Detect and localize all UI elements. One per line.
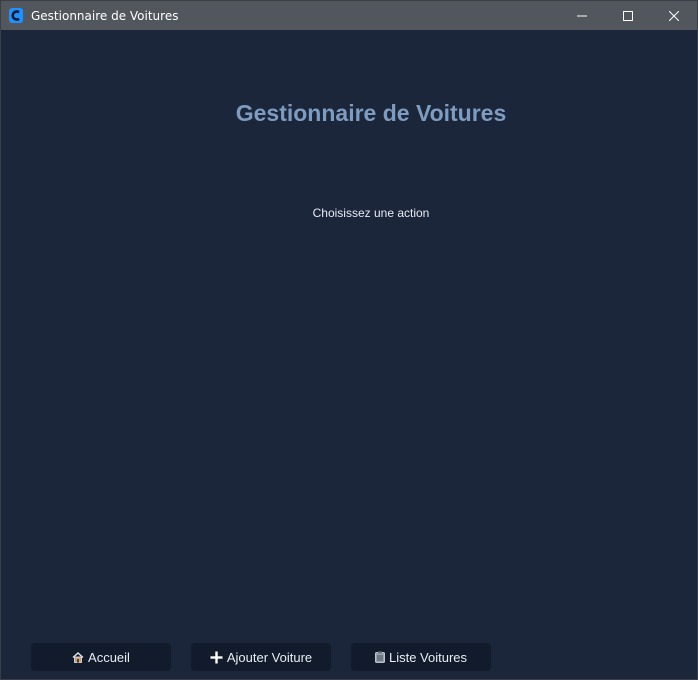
maximize-button[interactable]: [605, 1, 651, 30]
window-controls: [559, 1, 697, 30]
add-car-button-label: Ajouter Voiture: [226, 649, 313, 665]
car-list-button[interactable]: Liste Voitures: [351, 643, 491, 671]
title-bar[interactable]: Gestionnaire de Voitures: [1, 1, 697, 30]
action-prompt: Choisissez une action: [312, 206, 430, 220]
home-button[interactable]: Accueil: [31, 643, 171, 671]
minimize-icon: [577, 15, 587, 16]
close-button[interactable]: [651, 1, 697, 30]
maximize-icon: [623, 10, 633, 21]
app-icon: [9, 8, 23, 23]
plus-icon: [210, 651, 223, 664]
window-title: Gestionnaire de Voitures: [31, 8, 179, 23]
home-button-label: Accueil: [88, 649, 130, 665]
main-content: Gestionnaire de Voitures Choisissez une …: [1, 30, 697, 679]
app-window: Gestionnaire de Voitures Gestionnaire de…: [0, 0, 698, 680]
minimize-button[interactable]: [559, 1, 605, 30]
home-icon: [72, 651, 84, 663]
close-icon: [669, 10, 679, 21]
clipboard-icon: [375, 651, 385, 663]
page-title: Gestionnaire de Voitures: [235, 100, 507, 126]
add-car-button[interactable]: Ajouter Voiture: [191, 643, 331, 671]
car-list-button-label: Liste Voitures: [388, 649, 468, 665]
